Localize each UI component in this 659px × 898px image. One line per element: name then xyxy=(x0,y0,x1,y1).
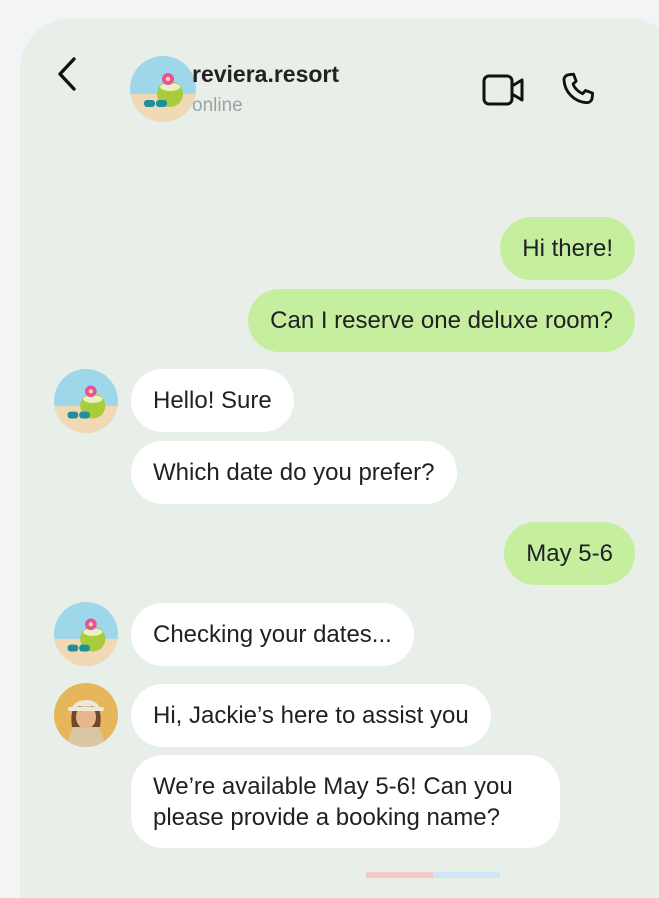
message-text: Hi there! xyxy=(522,235,613,262)
message-text: Hi, Jackie’s here to assist you xyxy=(153,702,469,729)
contact-name[interactable]: reviera.resort xyxy=(192,61,339,88)
message-bubble-incoming[interactable]: Checking your dates... xyxy=(131,603,414,666)
message-bubble-incoming[interactable]: Which date do you prefer? xyxy=(131,441,457,504)
phone-icon xyxy=(562,72,595,105)
message-text: Checking your dates... xyxy=(153,621,392,648)
message-bubble-incoming[interactable]: Hi, Jackie’s here to assist you xyxy=(131,684,491,747)
contact-status: online xyxy=(192,95,243,116)
message-text: Can I reserve one deluxe room? xyxy=(270,307,613,334)
message-text: Hello! Sure xyxy=(153,387,272,414)
voice-call-button[interactable] xyxy=(558,70,598,115)
message-bubble-incoming[interactable]: Hello! Sure xyxy=(131,369,294,432)
video-call-button[interactable] xyxy=(482,72,526,113)
chevron-left-icon xyxy=(58,57,76,91)
message-bubble-outgoing[interactable]: May 5-6 xyxy=(504,522,635,585)
message-bubble-incoming[interactable]: We’re available May 5-6! Can you please … xyxy=(131,755,560,848)
resort-avatar[interactable] xyxy=(130,56,196,122)
decorative-strip xyxy=(366,872,500,878)
resort-avatar[interactable] xyxy=(54,602,118,666)
video-camera-icon xyxy=(482,74,524,106)
message-text: Which date do you prefer? xyxy=(153,459,435,486)
agent-avatar[interactable] xyxy=(54,683,118,747)
message-text: We’re available May 5-6! Can you please … xyxy=(153,773,513,831)
message-bubble-outgoing[interactable]: Hi there! xyxy=(500,217,635,280)
message-bubble-outgoing[interactable]: Can I reserve one deluxe room? xyxy=(248,289,635,352)
message-text: May 5-6 xyxy=(526,540,613,567)
resort-avatar[interactable] xyxy=(54,369,118,433)
back-button[interactable] xyxy=(52,56,82,92)
